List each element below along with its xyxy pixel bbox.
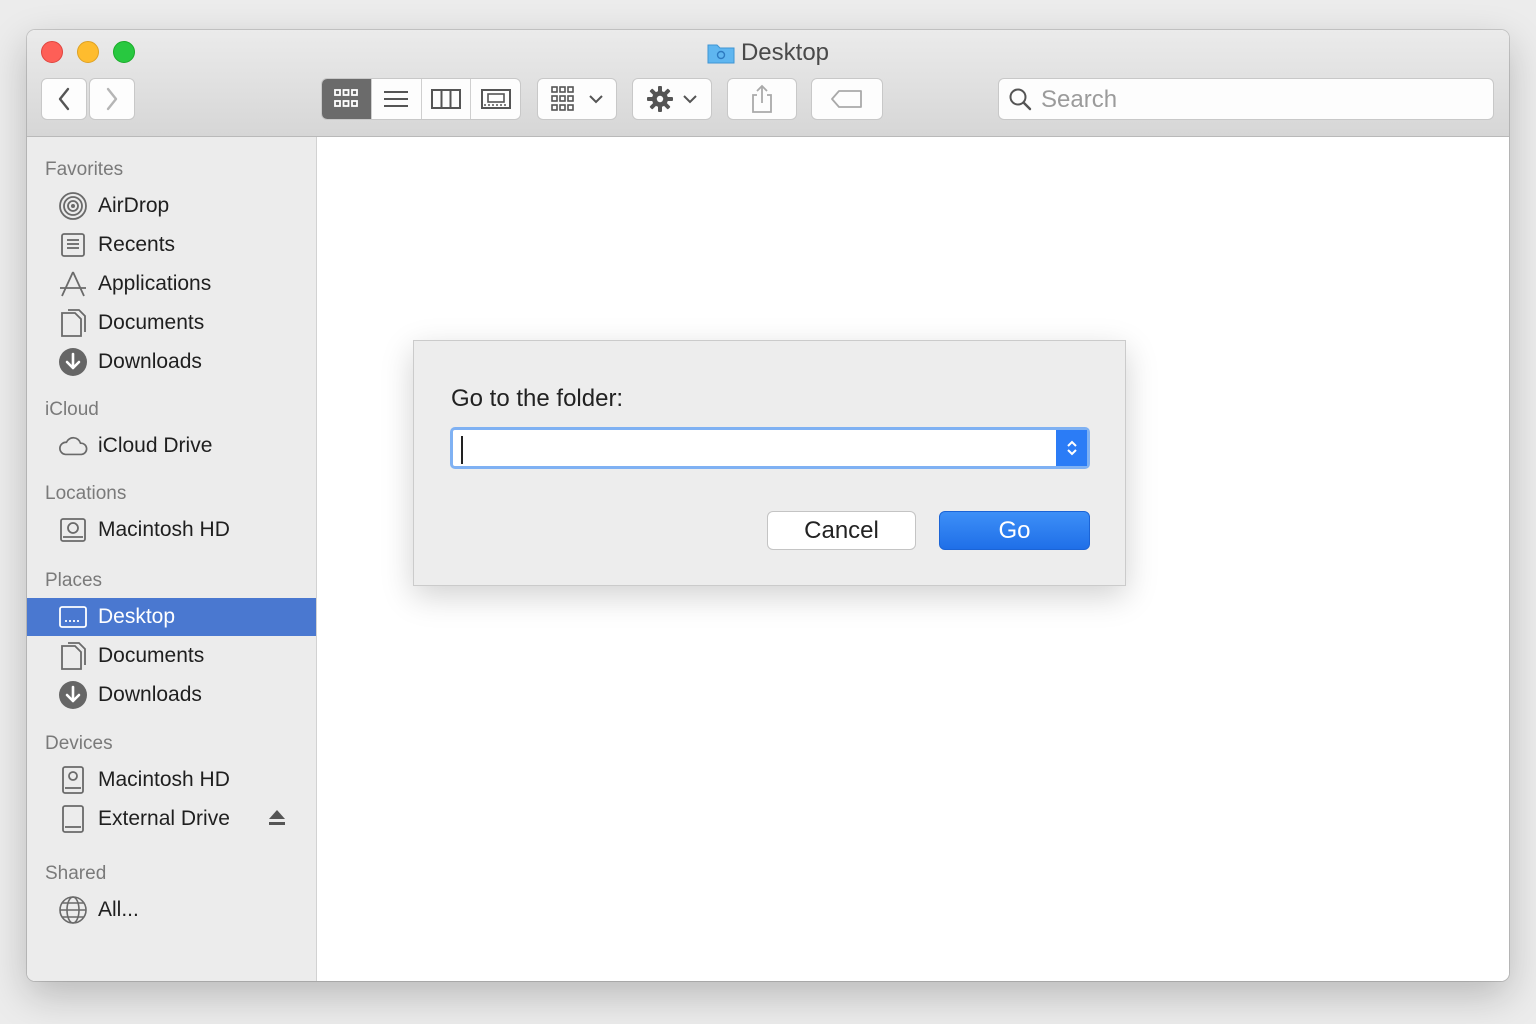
sidebar-item-label: External Drive — [98, 807, 230, 830]
sidebar-item-airdrop[interactable]: AirDrop — [27, 187, 316, 225]
sidebar-heading-shared: Shared — [45, 863, 107, 884]
sidebar-item-icloud-drive[interactable]: iCloud Drive — [27, 427, 316, 465]
globe-icon — [58, 895, 88, 925]
sidebar-item-label: iCloud Drive — [98, 434, 213, 457]
search-field[interactable] — [998, 78, 1494, 121]
sidebar-item-label: Documents — [98, 311, 205, 334]
sidebar-item-places-downloads[interactable]: Downloads — [27, 676, 316, 714]
recents-icon — [58, 230, 88, 260]
sidebar-item-label: Documents — [98, 644, 205, 667]
cancel-button[interactable]: Cancel — [767, 511, 916, 550]
folder-path-input[interactable] — [459, 432, 1053, 466]
view-mode-control — [321, 78, 521, 120]
window-title: Desktop — [27, 38, 1509, 68]
sidebar-item-external-drive[interactable]: External Drive — [27, 800, 316, 838]
sidebar-item-shared-all[interactable]: All... — [27, 891, 316, 929]
sidebar-item-label: Downloads — [98, 350, 202, 373]
tags-button[interactable] — [811, 78, 883, 120]
sidebar-heading-locations: Locations — [45, 483, 127, 504]
chevron-right-icon — [106, 87, 118, 111]
chevron-left-icon — [58, 87, 70, 111]
sidebar-item-label: AirDrop — [98, 194, 170, 217]
gallery-icon — [480, 89, 511, 109]
column-view-button[interactable] — [420, 79, 471, 119]
airdrop-icon — [58, 191, 88, 221]
documents-icon — [58, 641, 88, 671]
sidebar-item-label: Macintosh HD — [98, 518, 230, 541]
list-view-button[interactable] — [370, 79, 421, 119]
icon-grid-icon — [334, 89, 359, 107]
documents-icon — [58, 308, 88, 338]
sidebar-item-recents[interactable]: Recents — [27, 226, 316, 264]
group-by-button[interactable] — [537, 78, 617, 120]
sidebar-item-desktop[interactable]: Desktop — [27, 598, 316, 636]
gear-icon — [647, 86, 673, 112]
sidebar-heading-icloud: iCloud — [45, 399, 99, 420]
folder-icon — [707, 44, 735, 64]
download-icon — [58, 347, 88, 377]
external-drive-icon — [58, 804, 88, 834]
hard-drive-icon — [58, 765, 88, 795]
list-icon — [384, 91, 409, 107]
path-history-dropdown[interactable] — [1056, 430, 1087, 466]
hard-drive-icon — [58, 515, 88, 545]
forward-button[interactable] — [89, 78, 135, 120]
share-button[interactable] — [727, 78, 797, 120]
action-menu-button[interactable] — [632, 78, 712, 120]
dialog-label: Go to the folder: — [451, 385, 624, 412]
sidebar-item-label: Desktop — [98, 605, 176, 628]
back-button[interactable] — [41, 78, 87, 120]
group-grid-icon — [551, 86, 574, 111]
sidebar: Favorites AirDrop Recents Applications D… — [27, 137, 317, 981]
window-title-text: Desktop — [740, 39, 830, 66]
gallery-view-button[interactable] — [470, 79, 520, 119]
sidebar-item-documents[interactable]: Documents — [27, 304, 316, 342]
cloud-icon — [58, 431, 88, 461]
sidebar-item-label: Downloads — [98, 683, 202, 706]
search-input[interactable] — [1039, 79, 1483, 121]
desktop-icon — [58, 602, 88, 632]
search-icon — [1009, 88, 1032, 111]
sidebar-item-label: Applications — [98, 272, 212, 295]
sidebar-heading-favorites: Favorites — [45, 159, 124, 180]
tag-icon — [831, 90, 862, 108]
sidebar-heading-devices: Devices — [45, 733, 113, 754]
sidebar-item-macintosh-hd[interactable]: Macintosh HD — [27, 511, 316, 549]
sidebar-item-label: Macintosh HD — [98, 768, 230, 791]
folder-path-field[interactable] — [450, 427, 1090, 469]
sidebar-item-label: Recents — [98, 233, 176, 256]
chevron-down-icon — [589, 95, 603, 104]
applications-icon — [58, 269, 88, 299]
go-to-folder-dialog: Go to the folder: Cancel Go — [413, 340, 1126, 586]
finder-window: Desktop Search Favorites AirDrop Recents… — [27, 30, 1509, 981]
sidebar-item-device-macintosh-hd[interactable]: Macintosh HD — [27, 761, 316, 799]
sidebar-item-places-documents[interactable]: Documents — [27, 637, 316, 675]
eject-icon[interactable] — [268, 808, 286, 826]
toolbar: Desktop — [27, 30, 1509, 137]
chevron-down-icon — [683, 95, 697, 104]
sidebar-item-downloads[interactable]: Downloads — [27, 343, 316, 381]
share-icon — [752, 84, 772, 113]
go-button[interactable]: Go — [939, 511, 1090, 550]
up-down-chevron-icon — [1066, 440, 1077, 456]
sidebar-item-applications[interactable]: Applications — [27, 265, 316, 303]
download-icon — [58, 680, 88, 710]
icon-view-button[interactable] — [322, 79, 371, 119]
columns-icon — [430, 89, 461, 109]
sidebar-heading-places: Places — [45, 570, 103, 591]
sidebar-item-label: All... — [98, 898, 139, 921]
